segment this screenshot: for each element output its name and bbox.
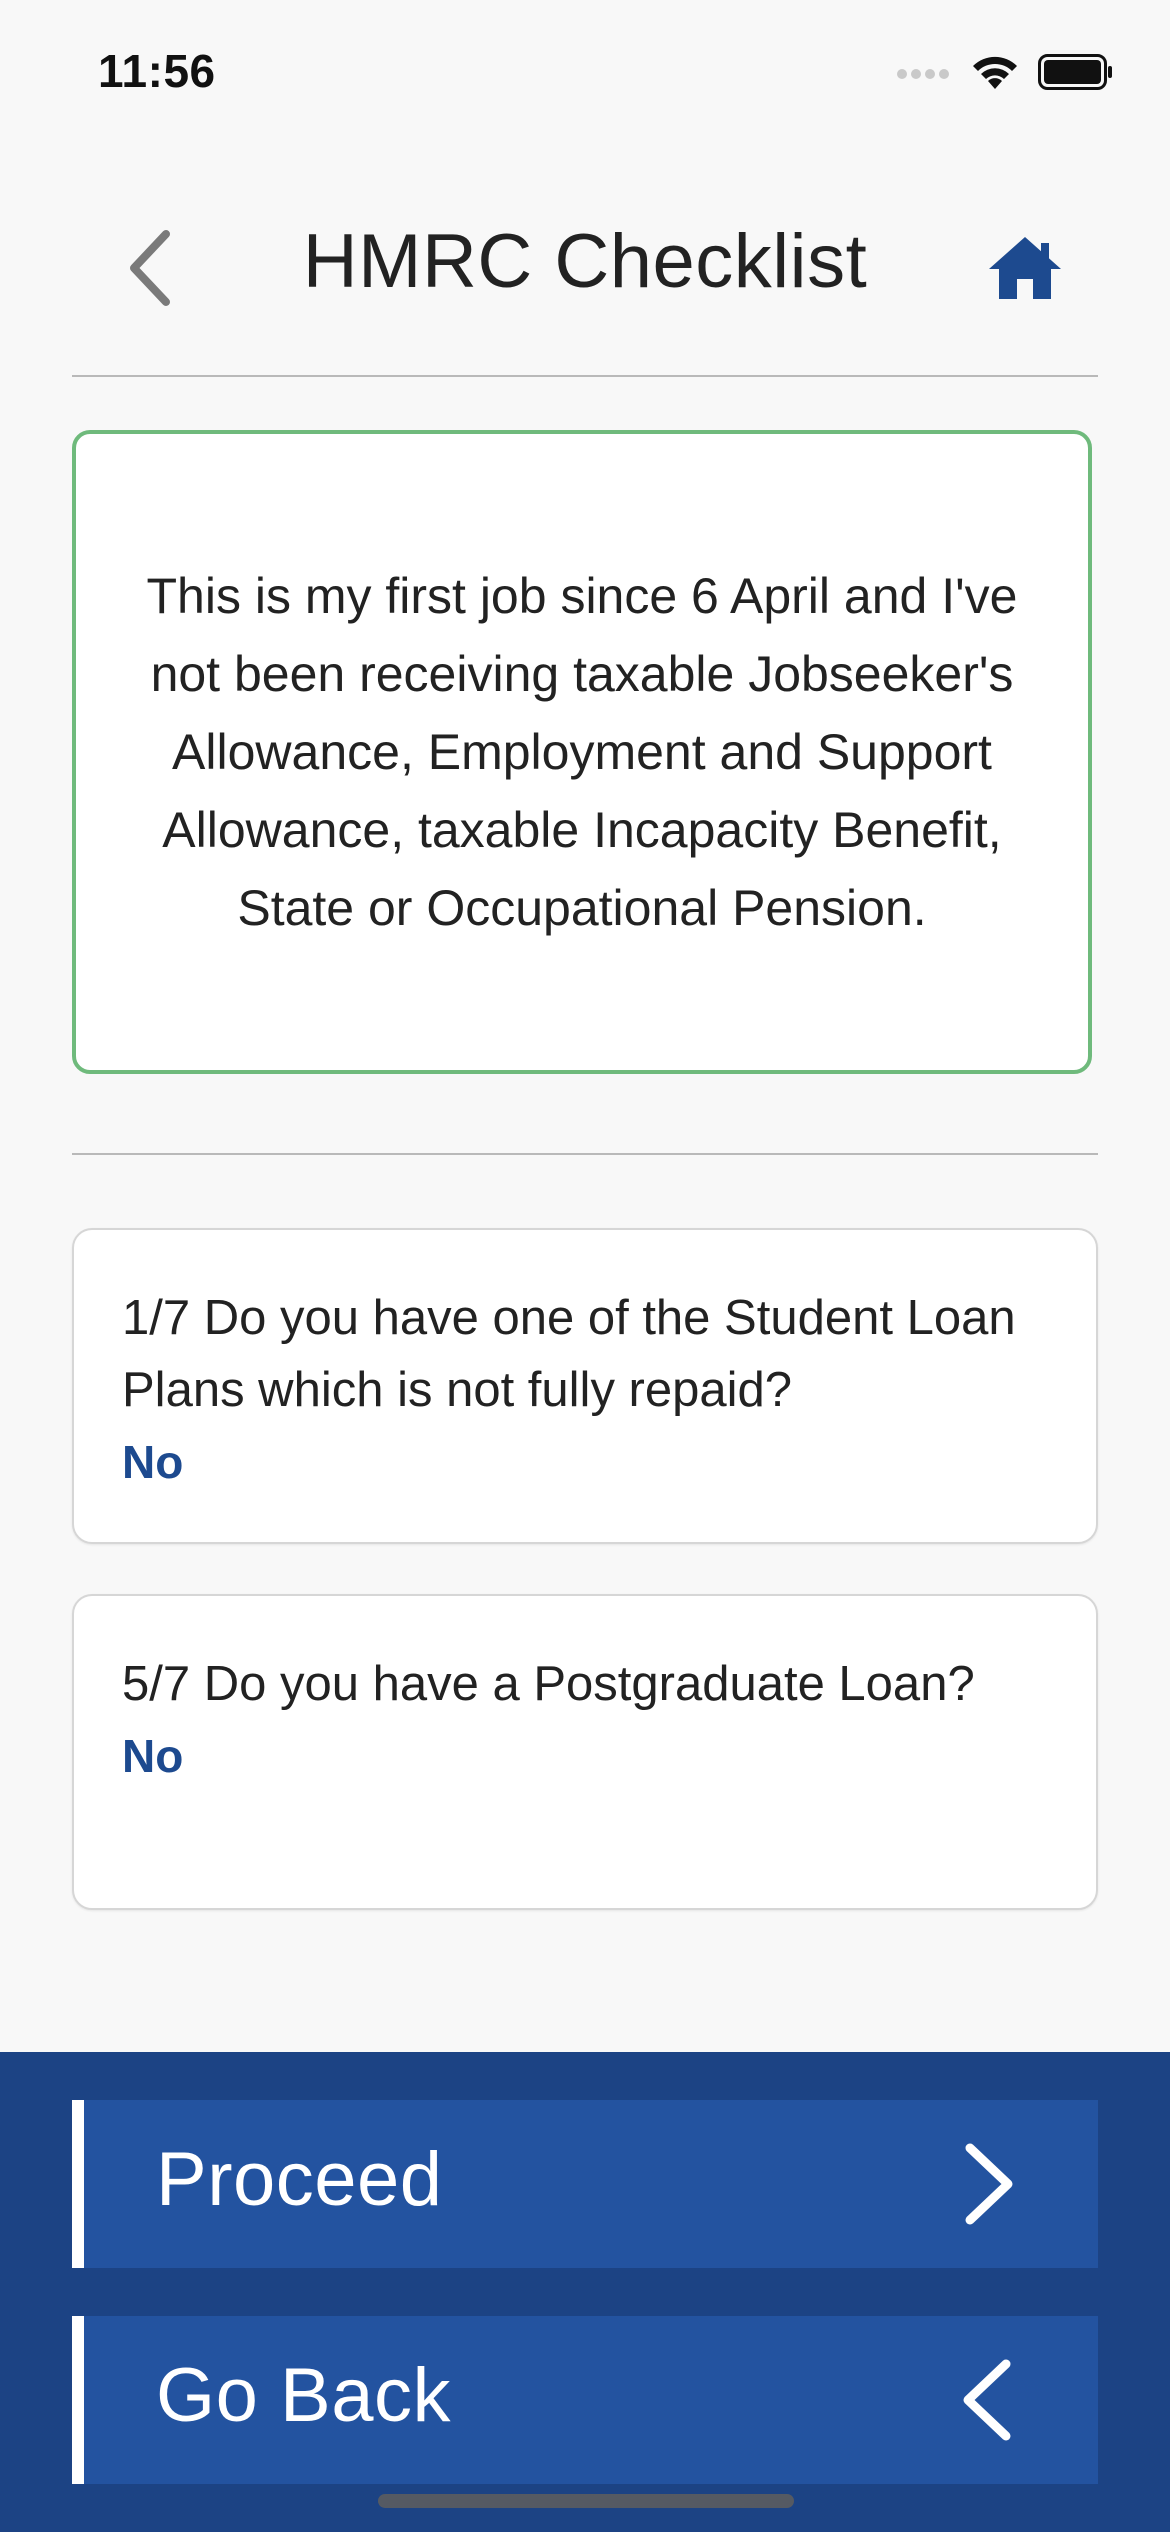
go-back-button[interactable]: Go Back <box>72 2316 1098 2484</box>
wifi-icon <box>970 53 1020 96</box>
summary-text: This is my first job since 6 April and I… <box>146 568 1018 936</box>
header: HMRC Checklist <box>0 190 1170 340</box>
proceed-label: Proceed <box>156 2137 443 2222</box>
question-text: 5/7 Do you have a Postgraduate Loan? <box>122 1657 975 1711</box>
status-bar: 11:56 <box>0 0 1170 140</box>
question-answer: No <box>122 1436 184 1488</box>
chevron-left-icon <box>958 2358 1018 2442</box>
cellular-signal-icon <box>896 62 952 87</box>
question-card[interactable]: 1/7 Do you have one of the Student Loan … <box>72 1228 1098 1544</box>
section-divider <box>72 1153 1098 1155</box>
battery-icon <box>1038 53 1114 95</box>
summary-card: This is my first job since 6 April and I… <box>72 430 1092 1074</box>
home-icon <box>987 235 1063 306</box>
chevron-right-icon <box>958 2142 1018 2226</box>
proceed-button[interactable]: Proceed <box>72 2100 1098 2268</box>
question-answer: No <box>122 1730 184 1782</box>
bottom-action-panel: Proceed Go Back <box>0 2052 1170 2532</box>
question-text: 1/7 Do you have one of the Student Loan … <box>122 1291 1016 1417</box>
status-icons <box>896 50 1114 98</box>
header-divider <box>72 375 1098 377</box>
home-indicator <box>378 2494 794 2508</box>
question-card[interactable]: 5/7 Do you have a Postgraduate Loan? No <box>72 1594 1098 1910</box>
home-button[interactable] <box>980 220 1070 320</box>
status-time: 11:56 <box>98 45 216 97</box>
go-back-label: Go Back <box>156 2353 451 2438</box>
